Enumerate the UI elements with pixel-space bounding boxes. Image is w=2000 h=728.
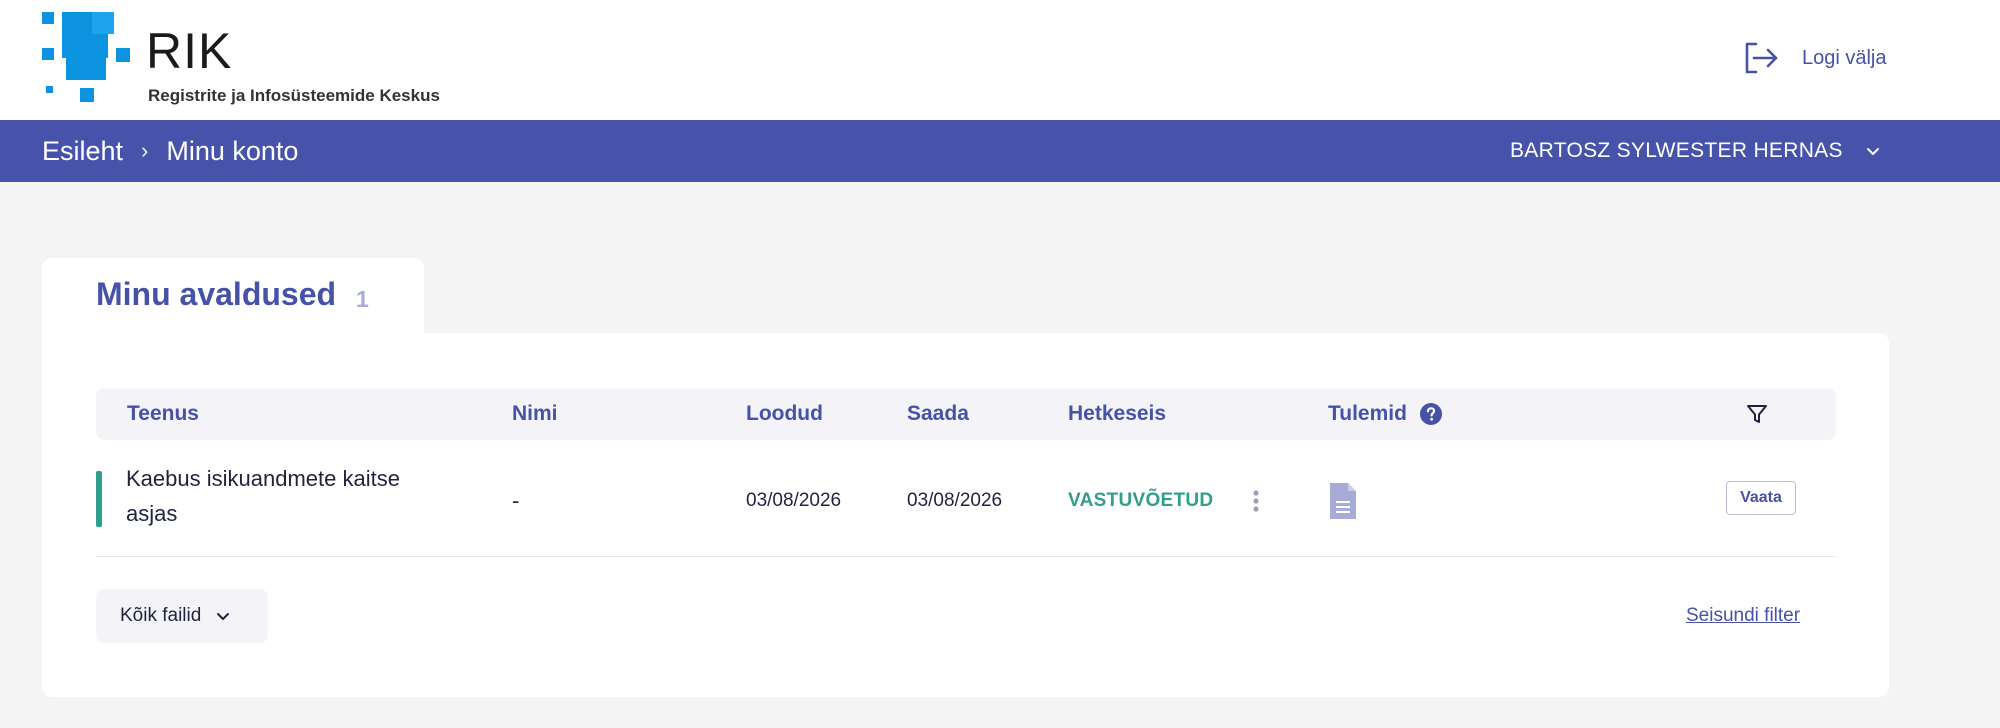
breadcrumb-chevron-icon: › (141, 138, 149, 163)
status-accent-bar (96, 471, 102, 527)
tab-minu-avaldused[interactable]: Minu avaldused 1 (42, 258, 424, 336)
user-menu-button[interactable]: BARTOSZ SYLWESTER HERNAS (1510, 120, 1881, 182)
tab-title: Minu avaldused (96, 276, 337, 312)
all-files-dropdown[interactable]: Kõik failid (96, 589, 268, 643)
rik-logo[interactable]: RIK Registrite ja Infosüsteemide Keskus (40, 8, 460, 112)
table-header: Teenus Nimi Loodud Saada Hetkeseis Tulem… (96, 388, 1836, 440)
logout-button[interactable]: Logi välja (1740, 36, 1887, 80)
logo-mark-icon (42, 12, 130, 102)
logout-label: Logi välja (1802, 46, 1887, 69)
logout-icon (1745, 42, 1778, 74)
column-header-saada: Saada (907, 402, 969, 425)
all-files-label: Kõik failid (120, 605, 202, 626)
document-icon (1330, 483, 1356, 519)
logo-wordmark: RIK (146, 23, 233, 79)
cell-sent-date: 03/08/2026 (907, 490, 1003, 511)
column-header-nimi: Nimi (512, 402, 558, 425)
row-actions-button[interactable] (1246, 481, 1266, 521)
column-filter-cell (1746, 388, 1768, 440)
column-header-loodud: Loodud (746, 402, 823, 425)
cell-service: Kaebus isikuandmete kaitse asjas (126, 466, 400, 526)
cell-name: - (512, 488, 520, 513)
filter-icon[interactable] (1746, 403, 1768, 425)
breadcrumb: Esileht › Minu konto (42, 120, 298, 182)
row-divider (96, 556, 1836, 557)
user-name: BARTOSZ SYLWESTER HERNAS (1510, 139, 1843, 162)
help-icon[interactable] (1419, 402, 1443, 426)
column-header-tulemid-label: Tulemid (1328, 402, 1407, 425)
applications-card: Teenus Nimi Loodud Saada Hetkeseis Tulem… (42, 333, 1889, 697)
chevron-down-icon (1866, 148, 1879, 155)
result-document-button[interactable] (1328, 475, 1358, 527)
column-header-hetkeseis: Hetkeseis (1068, 402, 1167, 425)
tab-count-badge: 1 (356, 286, 369, 312)
status-badge: VASTUVÕETUD (1068, 490, 1214, 511)
column-header-teenus: Teenus (127, 402, 199, 425)
state-filter-link[interactable]: Seisundi filter (1686, 605, 1800, 627)
logo-subtitle: Registrite ja Infosüsteemide Keskus (148, 86, 440, 105)
breadcrumb-home-link[interactable]: Esileht (42, 136, 123, 167)
chevron-down-icon (217, 613, 230, 620)
breadcrumb-current: Minu konto (166, 135, 299, 166)
top-header: RIK Registrite ja Infosüsteemide Keskus … (0, 0, 2000, 120)
cell-created-date: 03/08/2026 (746, 490, 842, 511)
view-button[interactable]: Vaata (1726, 481, 1796, 515)
kebab-menu-icon (1253, 490, 1259, 512)
nav-bar: Esileht › Minu konto BARTOSZ SYLWESTER H… (0, 120, 2000, 182)
table-row[interactable]: Kaebus isikuandmete kaitse asjas - 03/08… (96, 461, 1836, 557)
column-header-tulemid: Tulemid (1328, 388, 1443, 440)
